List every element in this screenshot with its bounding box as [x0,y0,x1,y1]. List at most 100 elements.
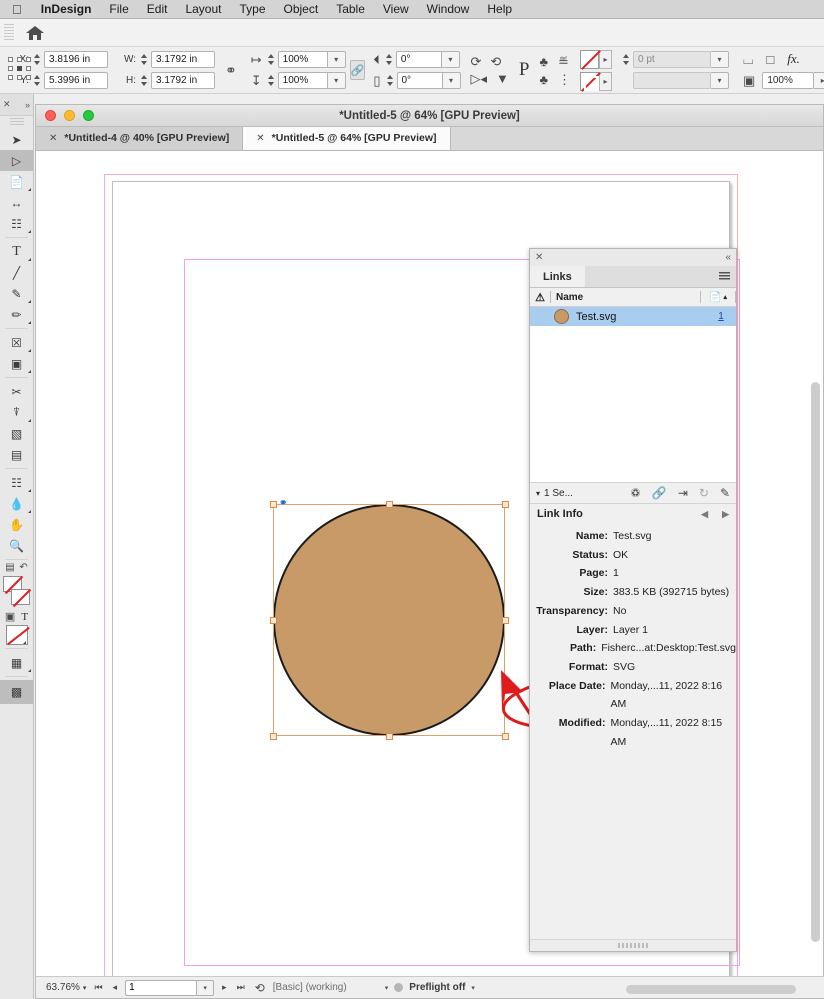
fill-swatch-dropdown[interactable]: ▸ [599,50,612,69]
menu-item-table[interactable]: Table [327,0,374,19]
flip-horizontal-icon[interactable]: ▷◂ [471,72,488,85]
screen-mode-icon[interactable]: ▦ [0,652,33,673]
update-link-icon[interactable]: ⇥ [678,486,688,500]
page-number-dropdown[interactable]: ▾ [197,980,214,996]
hand-tool[interactable]: ✋ [0,514,33,535]
drag-grip[interactable] [4,24,14,42]
first-page-icon[interactable]: ⏮ [92,982,104,993]
tab-untitled-5[interactable]: ✕ *Untitled-5 @ 64% [GPU Preview] [243,126,450,150]
frame-options-icon[interactable]: □ [766,53,774,66]
links-list[interactable]: Test.svg 1 [530,307,736,482]
previous-page-icon[interactable]: ◂ [111,982,120,993]
fit-content-icon[interactable]: ▣ [743,74,755,87]
handle-bottom-right[interactable] [502,733,509,740]
object-zoom-dropdown[interactable]: ▸ [814,72,824,89]
zoom-tool[interactable]: 🔍 [0,535,33,556]
h-stepper[interactable] [139,72,149,89]
menu-item-type[interactable]: Type [230,0,274,19]
constrain-proportions-icon[interactable]: ⚭ [225,63,237,77]
menu-item-edit[interactable]: Edit [138,0,177,19]
preflight-dropdown-icon[interactable]: ▾ [471,984,475,992]
content-collector-tool[interactable]: ☷ [0,213,33,234]
preset-dropdown-icon[interactable]: ▾ [385,984,389,992]
stroke-swatch[interactable] [580,72,599,91]
distribute-spacing-icon[interactable]: ≝ [558,55,569,68]
h-input[interactable]: 3.1792 in [151,72,215,89]
w-input[interactable]: 3.1792 in [151,51,215,68]
apply-none-swatch[interactable] [6,625,28,645]
next-page-icon[interactable]: ▸ [220,982,229,993]
link-badge-icon[interactable]: ⚭ [279,498,287,509]
text-wrap-icon[interactable]: ⌴ [743,53,753,66]
menu-item-file[interactable]: File [100,0,137,19]
scale-x-stepper[interactable] [266,51,276,68]
panel-menu-icon[interactable] [719,272,730,281]
eyedropper-tool[interactable]: 💧 [0,493,33,514]
formatting-text-icon[interactable]: T [21,611,28,623]
type-tool[interactable]: T [0,241,33,262]
handle-bottom-center[interactable] [386,733,393,740]
note-tool[interactable]: ☷ [0,472,33,493]
menu-item-layout[interactable]: Layout [176,0,230,19]
x-stepper[interactable] [32,51,42,68]
collapse-icon[interactable]: « [725,252,731,263]
link-info-prev-icon[interactable]: ◀ [701,509,708,520]
tools-grip[interactable] [10,118,24,127]
shear-input[interactable]: 0° [397,72,443,89]
menu-item-window[interactable]: Window [418,0,479,19]
apply-color-icon[interactable]: ▤ [5,563,14,573]
rotation-input[interactable]: 0° [396,51,442,68]
horizontal-scrollbar[interactable] [626,985,796,994]
distribute-center-icon[interactable]: ⋮ [558,73,571,86]
selection-count[interactable]: ▾ 1 Se... [536,488,573,499]
frame-fitting-icon[interactable]: P [519,59,530,81]
free-transform-tool[interactable]: ⍒ [0,402,33,423]
handle-middle-left[interactable] [270,617,277,624]
link-info-next-icon[interactable]: ▶ [722,509,729,520]
menu-item-help[interactable]: Help [478,0,521,19]
scale-x-input[interactable]: 100% [278,51,328,68]
menu-item-indesign[interactable]: InDesign [32,0,101,19]
line-tool[interactable]: ╱ [0,262,33,283]
formatting-container-icon[interactable]: ▣ [5,612,15,623]
close-icon[interactable]: ✕ [535,252,543,263]
constrain-scale-toggle[interactable]: 🔗 [350,60,366,80]
frame-tool[interactable]: ☒ [0,332,33,353]
page-column-header[interactable]: 📄▴ [701,292,735,303]
scale-x-dropdown[interactable]: ▾ [328,51,346,68]
handle-top-left[interactable] [270,501,277,508]
tab-close-icon[interactable]: ✕ [49,133,57,144]
distribute-bottom-icon[interactable]: ♣ [539,73,548,86]
shear-stepper[interactable] [385,72,395,89]
tab-untitled-4[interactable]: ✕ *Untitled-4 @ 40% [GPU Preview] [36,126,243,150]
w-stepper[interactable] [139,51,149,68]
scale-y-dropdown[interactable]: ▾ [328,72,346,89]
effects-icon[interactable]: fx. [787,51,800,67]
handle-top-center[interactable] [386,501,393,508]
scale-y-stepper[interactable] [266,72,276,89]
y-stepper[interactable] [32,72,42,89]
distribute-top-icon[interactable]: ♣ [539,55,548,68]
handle-bottom-left[interactable] [270,733,277,740]
stroke-weight-input[interactable]: 0 pt [633,51,711,68]
last-page-icon[interactable]: ⏭ [235,982,247,993]
preset-selector[interactable]: [Basic] (working) [273,982,379,993]
list-item[interactable]: Test.svg 1 [530,307,736,326]
rectangle-tool[interactable]: ▣ [0,353,33,374]
rotate-counterclockwise-icon[interactable]: ⟲ [490,55,501,68]
links-panel-resize-grip[interactable] [530,939,736,951]
handle-middle-right[interactable] [502,617,509,624]
stroke-weight-dropdown[interactable]: ▾ [711,51,729,68]
name-column-header[interactable]: Name [551,292,700,303]
menu-item-view[interactable]: View [374,0,418,19]
stroke-swatch-dropdown[interactable]: ▸ [599,72,612,91]
gradient-swatch-tool[interactable]: ▧ [0,423,33,444]
x-input[interactable]: 3.8196 in [44,51,108,68]
shear-dropdown[interactable]: ▾ [443,72,461,89]
y-input[interactable]: 5.3996 in [44,72,108,89]
tab-links[interactable]: Links [530,266,585,287]
tools-close-icon[interactable]: ✕ [3,99,11,110]
handle-top-right[interactable] [502,501,509,508]
selection-tool[interactable]: ➤ [0,129,33,150]
direct-selection-tool[interactable]: ▷ [0,150,33,171]
